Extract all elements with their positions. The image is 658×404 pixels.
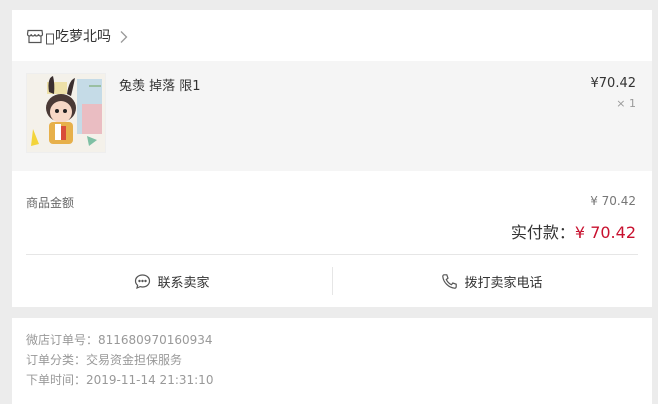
order-card: 吃萝北吗 兔羡 掉落 限1 ¥70.42 × 1 商品金额 ¥ 70.42 实付… (12, 10, 652, 307)
contact-seller-button[interactable]: 联系卖家 (12, 255, 332, 307)
order-type: 订单分类：交易资金担保服务 (26, 353, 183, 367)
goods-item[interactable]: 兔羡 掉落 限1 ¥70.42 × 1 (12, 61, 652, 171)
order-info-card: 微店订单号：811680970160934 订单分类：交易资金担保服务 下单时间… (12, 318, 652, 404)
paid-label: 实付款： (510, 223, 575, 242)
subtotal-label: 商品金额 (26, 196, 75, 210)
shop-name-glyph-icon (46, 30, 54, 44)
paid-value: ¥ 70.42 (574, 223, 636, 242)
seller-actions: 联系卖家 拨打卖家电话 (12, 255, 652, 307)
call-seller-label[interactable]: 拨打卖家电话 (464, 272, 542, 291)
goods-title[interactable]: 兔羡 掉落 限1 (119, 75, 201, 94)
subtotal-value: ¥ 70.42 (590, 194, 636, 208)
contact-seller-label[interactable]: 联系卖家 (157, 272, 209, 291)
product-thumbnail[interactable] (26, 73, 106, 153)
order-number: 微店订单号：811680970160934 (26, 333, 213, 347)
goods-quantity: × 1 (616, 97, 636, 110)
phone-icon (441, 273, 458, 290)
paid-amount-row: 实付款：¥ 70.42 (511, 219, 636, 243)
shop-header[interactable]: 吃萝北吗 (12, 10, 652, 61)
call-seller-button[interactable]: 拨打卖家电话 (332, 255, 652, 307)
store-icon (26, 27, 44, 45)
goods-price: ¥70.42 (590, 76, 637, 91)
chat-bubble-icon (134, 273, 151, 290)
chevron-right-icon[interactable] (119, 29, 129, 43)
shop-name[interactable]: 吃萝北吗 (55, 26, 111, 46)
order-time: 下单时间：2019-11-14 21:31:10 (26, 373, 214, 387)
